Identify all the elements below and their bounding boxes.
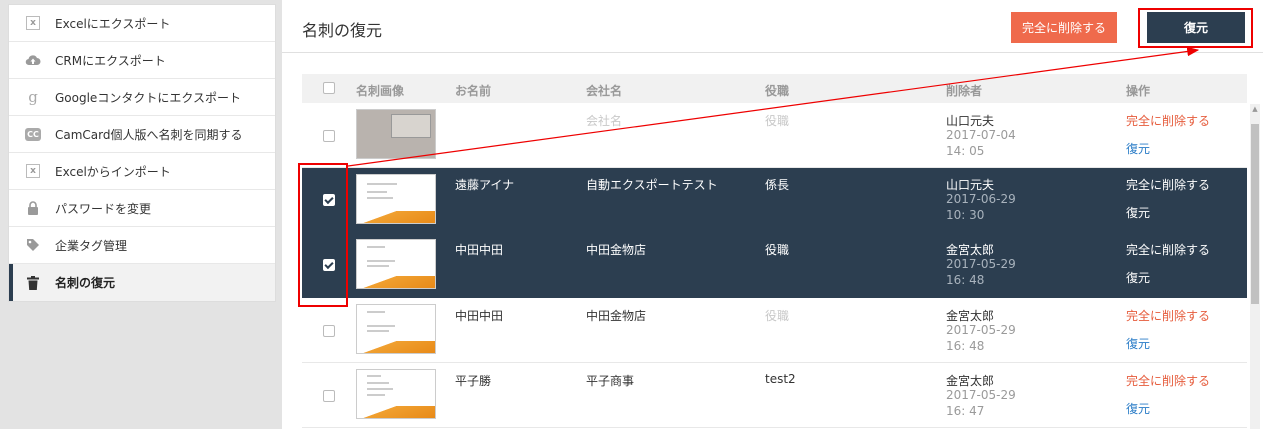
- card-name: 遠藤アイナ: [455, 178, 515, 192]
- lock-icon: [25, 200, 41, 216]
- deleter-name: 金宮太郎: [946, 309, 995, 323]
- card-company: 平子商事: [586, 374, 635, 388]
- table-row[interactable]: 遠藤アイナ 自動エクスポートテスト 係長 山口元夫 2017-06-29 10:…: [302, 168, 1247, 233]
- card-title: test2: [765, 372, 796, 386]
- deleted-cards-table: 名刺画像 お名前 会社名 役職 削除者 操作 会社名 役職 山口元夫 2017-…: [302, 74, 1247, 428]
- excel-icon: x: [25, 163, 41, 179]
- select-all-checkbox[interactable]: [323, 82, 335, 94]
- deleter-name: 金宮太郎: [946, 243, 995, 257]
- table-row[interactable]: 中田中田 中田金物店 役職 金宮太郎 2017-05-29 16: 48 完全に…: [302, 298, 1247, 363]
- delete-time: 16: 47: [946, 404, 985, 418]
- sidebar-item-camcard-sync[interactable]: CC CamCard個人版へ名刺を同期する: [9, 116, 275, 153]
- card-title: 役職: [765, 309, 790, 323]
- table-row[interactable]: 会社名 役職 山口元夫 2017-07-04 14: 05 完全に削除する 復元: [302, 103, 1247, 168]
- sidebar-item-label: パスワードを変更: [55, 201, 152, 216]
- cloud-upload-icon: [25, 52, 41, 68]
- delete-time: 16: 48: [946, 339, 985, 353]
- deleter-name: 山口元夫: [946, 114, 995, 128]
- scroll-up-arrow-icon[interactable]: ▲: [1251, 105, 1259, 115]
- sidebar-item-restore-cards[interactable]: 名刺の復元: [9, 264, 275, 301]
- delete-permanently-button[interactable]: 完全に削除する: [1011, 12, 1117, 43]
- table-scrollbar[interactable]: [1250, 104, 1260, 429]
- delete-date: 2017-05-29: [946, 388, 1016, 402]
- excel-icon: x: [25, 15, 41, 31]
- delete-time: 10: 30: [946, 208, 985, 222]
- annotation-checkbox-highlight: [298, 163, 348, 307]
- sidebar-item-label: Excelからインポート: [55, 164, 171, 179]
- deleter-name: 金宮太郎: [946, 374, 995, 388]
- delete-date: 2017-07-04: [946, 128, 1016, 142]
- column-header-actions: 操作: [1126, 84, 1151, 98]
- table-header: 名刺画像 お名前 会社名 役職 削除者 操作: [302, 74, 1247, 103]
- card-name: 中田中田: [455, 243, 504, 257]
- sidebar-item-label: Excelにエクスポート: [55, 16, 171, 31]
- row-restore-link[interactable]: 復元: [1126, 204, 1150, 221]
- row-delete-link[interactable]: 完全に削除する: [1126, 307, 1210, 324]
- card-thumbnail[interactable]: [356, 109, 436, 159]
- card-thumbnail[interactable]: [356, 174, 436, 224]
- sidebar-item-label: CamCard個人版へ名刺を同期する: [55, 127, 243, 142]
- column-header-company: 会社名: [586, 84, 623, 98]
- row-checkbox[interactable]: [323, 130, 335, 142]
- delete-time: 14: 05: [946, 144, 985, 158]
- row-restore-link[interactable]: 復元: [1126, 335, 1150, 352]
- card-thumbnail[interactable]: [356, 369, 436, 419]
- column-header-title: 役職: [765, 84, 790, 98]
- camcard-icon: CC: [25, 126, 41, 142]
- card-thumbnail[interactable]: [356, 304, 436, 354]
- column-header-image: 名刺画像: [356, 84, 405, 98]
- google-icon: g: [28, 88, 38, 106]
- sidebar-item-label: 名刺の復元: [55, 276, 116, 290]
- card-company: 会社名: [586, 114, 623, 128]
- settings-sidebar: x Excelにエクスポート CRMにエクスポート g Googleコンタクトに…: [8, 4, 276, 302]
- row-restore-link[interactable]: 復元: [1126, 400, 1150, 417]
- sidebar-item-label: 企業タグ管理: [55, 238, 128, 253]
- card-title: 役職: [765, 114, 790, 128]
- sidebar-item-excel-import[interactable]: x Excelからインポート: [9, 153, 275, 190]
- column-header-deleter: 削除者: [946, 84, 983, 98]
- restore-button[interactable]: 復元: [1147, 12, 1245, 43]
- card-thumbnail[interactable]: [356, 239, 436, 289]
- card-title: 係長: [765, 178, 790, 192]
- row-delete-link[interactable]: 完全に削除する: [1126, 176, 1210, 193]
- sidebar-item-google-export[interactable]: g Googleコンタクトにエクスポート: [9, 79, 275, 116]
- row-checkbox[interactable]: [323, 325, 335, 337]
- sidebar-item-label: CRMにエクスポート: [55, 53, 166, 68]
- card-title: 役職: [765, 243, 790, 257]
- row-delete-link[interactable]: 完全に削除する: [1126, 372, 1210, 389]
- main-panel: 名刺の復元 完全に削除する 復元 名刺画像 お名前 会社名 役職 削除者 操作 …: [282, 0, 1263, 429]
- card-name: 中田中田: [455, 309, 504, 323]
- sidebar-item-change-password[interactable]: パスワードを変更: [9, 190, 275, 227]
- page-header: 名刺の復元 完全に削除する 復元: [282, 0, 1263, 53]
- sidebar-item-crm-export[interactable]: CRMにエクスポート: [9, 42, 275, 79]
- sidebar-item-label: Googleコンタクトにエクスポート: [55, 90, 241, 105]
- deleter-name: 山口元夫: [946, 178, 995, 192]
- row-restore-link[interactable]: 復元: [1126, 140, 1150, 157]
- sidebar-item-tag-management[interactable]: 企業タグ管理: [9, 227, 275, 264]
- row-delete-link[interactable]: 完全に削除する: [1126, 112, 1210, 129]
- card-name: 平子勝: [455, 374, 492, 388]
- row-delete-link[interactable]: 完全に削除する: [1126, 241, 1210, 258]
- table-row[interactable]: 中田中田 中田金物店 役職 金宮太郎 2017-05-29 16: 48 完全に…: [302, 233, 1247, 298]
- card-company: 中田金物店: [586, 309, 647, 323]
- page-title: 名刺の復元: [302, 21, 383, 40]
- delete-date: 2017-05-29: [946, 323, 1016, 337]
- table-row[interactable]: 平子勝 平子商事 test2 金宮太郎 2017-05-29 16: 47 完全…: [302, 363, 1247, 428]
- card-company: 自動エクスポートテスト: [586, 178, 718, 192]
- delete-time: 16: 48: [946, 273, 985, 287]
- card-company: 中田金物店: [586, 243, 647, 257]
- delete-date: 2017-06-29: [946, 192, 1016, 206]
- delete-date: 2017-05-29: [946, 257, 1016, 271]
- tag-icon: [25, 237, 41, 253]
- sidebar-item-excel-export[interactable]: x Excelにエクスポート: [9, 5, 275, 42]
- row-checkbox[interactable]: [323, 390, 335, 402]
- column-header-name: お名前: [455, 84, 492, 98]
- row-restore-link[interactable]: 復元: [1126, 269, 1150, 286]
- trash-icon: [25, 275, 41, 291]
